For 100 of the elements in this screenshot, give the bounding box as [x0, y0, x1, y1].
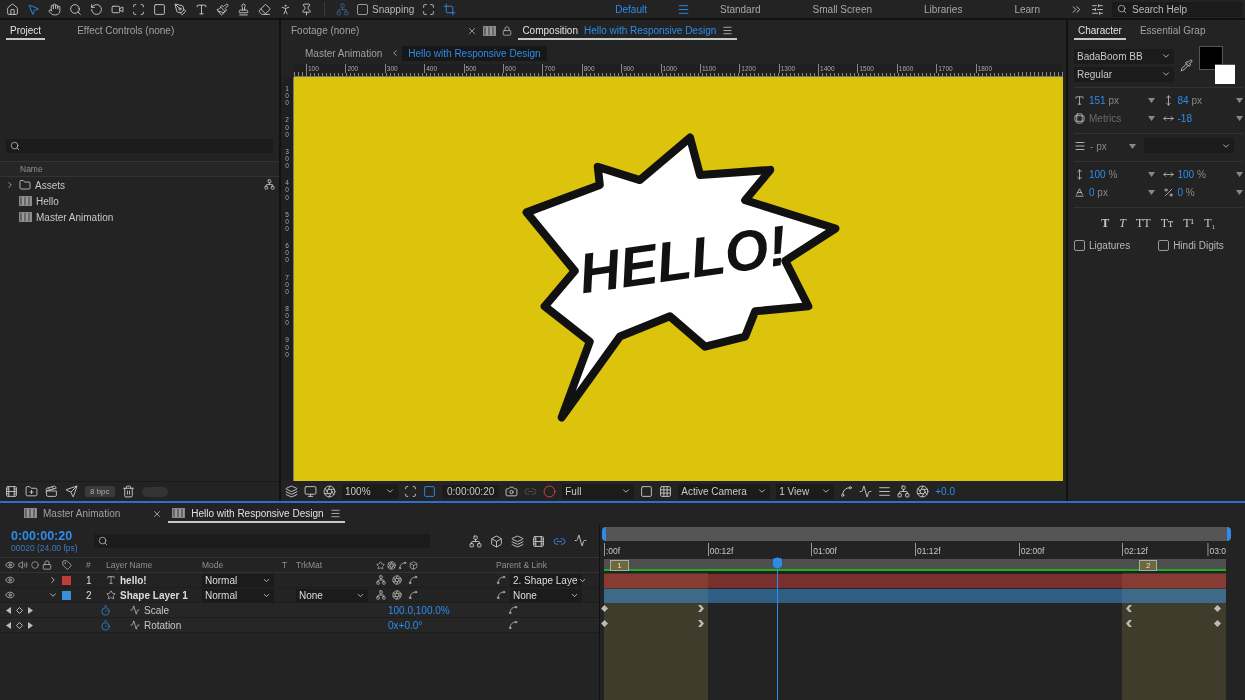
text-style-button[interactable]: Tт: [1157, 216, 1177, 231]
trash-icon[interactable]: [121, 485, 135, 498]
home-icon[interactable]: [6, 2, 19, 16]
search-icon[interactable]: [69, 2, 82, 16]
monitor-icon[interactable]: [304, 484, 317, 498]
chevron-down-icon[interactable]: [621, 486, 632, 496]
project-item[interactable]: Assets: [0, 177, 279, 193]
character-field[interactable]: 0 %: [1162, 184, 1243, 200]
stroke-width-field[interactable]: - px: [1074, 138, 1136, 154]
keyframe-icon[interactable]: [601, 605, 608, 612]
draft-3d-icon[interactable]: [490, 534, 503, 548]
hand-icon[interactable]: [48, 2, 61, 16]
dropdown-triangle-icon[interactable]: [1147, 171, 1155, 177]
checkbox[interactable]: [1158, 240, 1170, 251]
dropdown-triangle-icon[interactable]: [1147, 97, 1155, 103]
label-color[interactable]: [62, 575, 71, 585]
text-style-button[interactable]: T¹: [1180, 216, 1198, 231]
close-icon[interactable]: [152, 509, 163, 519]
project-item[interactable]: Hello: [0, 193, 279, 209]
visibility-icon[interactable]: [5, 590, 15, 600]
expand-icon[interactable]: [422, 2, 436, 16]
timeline-tab[interactable]: Hello with Responsive Design: [168, 505, 345, 523]
flowchart-icon[interactable]: [897, 484, 911, 498]
label-color[interactable]: [62, 590, 71, 600]
eyedropper-icon[interactable]: [1180, 58, 1193, 72]
project-search-field[interactable]: [6, 139, 273, 153]
character-field[interactable]: 151 px: [1074, 92, 1155, 108]
visibility-icon[interactable]: [5, 575, 15, 585]
layer-name[interactable]: hello!: [120, 574, 147, 586]
dropdown-triangle-icon[interactable]: [1236, 171, 1243, 177]
workspace-tab[interactable]: Libraries: [902, 3, 985, 15]
panel-tab[interactable]: Effect Controls (none): [73, 22, 179, 40]
layer-name[interactable]: Shape Layer 1: [120, 589, 188, 601]
new-composition-icon[interactable]: [45, 485, 58, 498]
audio-icon[interactable]: [18, 560, 28, 570]
layers-icon[interactable]: [285, 484, 298, 498]
property-value[interactable]: 0x+0.0°: [388, 619, 508, 631]
menu-icon[interactable]: [677, 2, 690, 16]
parent-dropdown[interactable]: None: [510, 588, 582, 602]
stopwatch-icon[interactable]: [100, 604, 111, 616]
text-style-button[interactable]: T₁: [1201, 216, 1219, 231]
solo-icon[interactable]: [31, 561, 39, 569]
graph-editor-icon[interactable]: [574, 533, 587, 547]
playhead-handle[interactable]: [772, 558, 782, 568]
eraser-icon[interactable]: [258, 2, 271, 16]
expand-chevron-icon[interactable]: [48, 590, 58, 600]
pointer-icon[interactable]: [27, 2, 40, 16]
frame-icon[interactable]: [132, 2, 145, 16]
text-style-button[interactable]: T: [1098, 216, 1113, 231]
timecode-field[interactable]: 0:00:00:20: [442, 484, 500, 498]
label-icon[interactable]: [62, 560, 72, 570]
character-field[interactable]: 100 %: [1074, 166, 1155, 182]
character-field[interactable]: -18: [1162, 110, 1243, 126]
dropdown-triangle-icon[interactable]: [1129, 143, 1136, 149]
composition-tab[interactable]: Composition Hello with Responsive Design: [518, 22, 738, 40]
type-icon[interactable]: [195, 2, 208, 16]
snapshot-icon[interactable]: [505, 484, 519, 498]
composition-marker[interactable]: 2: [1138, 560, 1158, 571]
workspace-tab[interactable]: Learn: [992, 3, 1062, 15]
workspace-tab[interactable]: Standard: [698, 3, 783, 15]
font-style-dropdown[interactable]: Regular: [1074, 66, 1174, 82]
keyframe-icon[interactable]: [601, 620, 608, 627]
dropdown-triangle-icon[interactable]: [1147, 189, 1155, 195]
lock-icon[interactable]: [502, 26, 513, 36]
column-header[interactable]: Name: [20, 164, 43, 174]
figure-icon[interactable]: [279, 2, 292, 16]
rotate-icon[interactable]: [90, 2, 103, 16]
fill-stroke-swatch[interactable]: [1199, 46, 1235, 84]
stopwatch-icon[interactable]: [100, 619, 111, 631]
expand-icon[interactable]: [5, 180, 15, 190]
dropdown-triangle-icon[interactable]: [1236, 97, 1243, 103]
character-field[interactable]: 100 %: [1162, 166, 1243, 182]
font-family-dropdown[interactable]: BadaBoom BB: [1074, 48, 1174, 64]
chevron-down-icon[interactable]: [821, 486, 832, 496]
workspace-tab[interactable]: Default: [593, 3, 669, 15]
checkbox[interactable]: [1074, 240, 1085, 251]
panel-tab[interactable]: Project: [6, 22, 46, 40]
stamp-icon[interactable]: [237, 2, 250, 16]
timeline-tab[interactable]: Master Animation: [20, 505, 125, 523]
layer-search-field[interactable]: [94, 534, 430, 548]
close-icon[interactable]: [467, 26, 478, 36]
resolution-dropdown[interactable]: Full: [562, 483, 635, 499]
exposure-value[interactable]: +0.0: [935, 485, 955, 497]
dropdown-triangle-icon[interactable]: [1236, 115, 1243, 121]
property-value[interactable]: 100.0,100.0%: [388, 604, 508, 616]
panel-tab[interactable]: Character: [1074, 22, 1126, 40]
playhead-line[interactable]: [776, 557, 778, 700]
pen-icon[interactable]: [174, 2, 187, 16]
collapsed-chevron-icon[interactable]: [48, 575, 58, 585]
breadcrumb[interactable]: Master Animation: [299, 45, 389, 61]
character-field[interactable]: 84 px: [1162, 92, 1243, 108]
composition-marker[interactable]: 1: [610, 560, 629, 571]
zoom-dropdown[interactable]: 100%: [342, 483, 398, 499]
comp-flowchart-icon[interactable]: [469, 534, 482, 548]
search-help-field[interactable]: Search Help: [1112, 1, 1243, 17]
footage-tab[interactable]: Footage (none): [287, 22, 364, 40]
camera-dropdown[interactable]: Active Camera: [678, 483, 771, 499]
chevron-down-icon[interactable]: [385, 486, 395, 496]
breadcrumb[interactable]: Hello with Responsive Design: [402, 45, 547, 61]
work-area-bar[interactable]: 1 2: [604, 559, 1226, 571]
